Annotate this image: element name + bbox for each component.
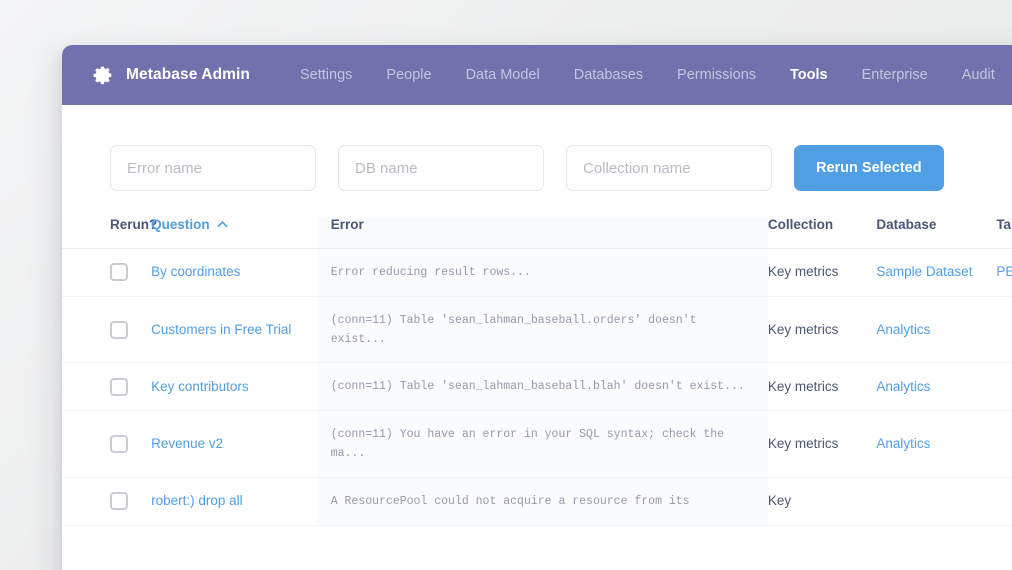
rerun-cell [62, 249, 151, 297]
table-cell [996, 411, 1012, 478]
nav-links: Settings People Data Model Databases Per… [300, 67, 1012, 83]
collection-label: Key metrics [768, 322, 839, 337]
sortable-question-header[interactable]: Question [151, 217, 228, 232]
collection-label: Key [768, 493, 791, 508]
database-link[interactable]: Analytics [876, 322, 930, 337]
question-link[interactable]: Key contributors [151, 379, 249, 394]
error-text: (conn=11) Table 'sean_lahman_baseball.bl… [331, 380, 745, 393]
error-text: Error reducing result rows... [331, 266, 531, 279]
errors-table: Rerun? Question Error Collection Databas… [62, 217, 1012, 526]
nav-link-enterprise[interactable]: Enterprise [862, 67, 928, 83]
question-link[interactable]: Customers in Free Trial [151, 322, 291, 337]
error-text: (conn=11) Table 'sean_lahman_baseball.or… [331, 314, 697, 346]
rerun-cell [62, 411, 151, 478]
collection-cell: Key metrics [768, 249, 877, 297]
table-row: By coordinates Error reducing result row… [62, 249, 1012, 297]
row-checkbox[interactable] [110, 492, 128, 510]
rerun-cell [62, 477, 151, 525]
table-row: robert:) drop all A ResourcePool could n… [62, 477, 1012, 525]
brand[interactable]: Metabase Admin [92, 64, 250, 86]
database-link[interactable]: Analytics [876, 379, 930, 394]
question-cell: Revenue v2 [151, 411, 317, 478]
header-collection: Collection [768, 217, 877, 249]
table-row: Customers in Free Trial (conn=11) Table … [62, 296, 1012, 363]
nav-link-people[interactable]: People [386, 67, 431, 83]
rerun-cell [62, 296, 151, 363]
error-text: A ResourcePool could not acquire a resou… [331, 495, 690, 508]
error-cell: (conn=11) You have an error in your SQL … [317, 411, 768, 478]
collection-name-input[interactable] [566, 145, 772, 191]
collection-cell: Key metrics [768, 411, 877, 478]
header-question-label: Question [151, 217, 210, 232]
question-link[interactable]: robert:) drop all [151, 493, 243, 508]
collection-label: Key metrics [768, 436, 839, 451]
database-cell: Sample Dataset [876, 249, 996, 297]
error-cell: Error reducing result rows... [317, 249, 768, 297]
collection-cell: Key metrics [768, 363, 877, 411]
database-cell [876, 477, 996, 525]
table-cell [996, 477, 1012, 525]
table-row: Revenue v2 (conn=11) You have an error i… [62, 411, 1012, 478]
header-database: Database [876, 217, 996, 249]
filter-bar: Rerun Selected [62, 105, 1012, 191]
error-text: (conn=11) You have an error in your SQL … [331, 428, 724, 460]
collection-cell: Key metrics [768, 296, 877, 363]
brand-title: Metabase Admin [126, 66, 250, 84]
database-cell: Analytics [876, 363, 996, 411]
row-checkbox[interactable] [110, 378, 128, 396]
question-cell: robert:) drop all [151, 477, 317, 525]
table-header-row: Rerun? Question Error Collection Databas… [62, 217, 1012, 249]
database-cell: Analytics [876, 411, 996, 478]
table-cell: PEOPLE [996, 249, 1012, 297]
rerun-cell [62, 363, 151, 411]
collection-label: Key metrics [768, 379, 839, 394]
table-cell [996, 296, 1012, 363]
row-checkbox[interactable] [110, 263, 128, 281]
table-body: By coordinates Error reducing result row… [62, 249, 1012, 526]
question-link[interactable]: Revenue v2 [151, 436, 223, 451]
row-checkbox[interactable] [110, 435, 128, 453]
table-link[interactable]: PEOPLE [996, 264, 1012, 279]
nav-link-permissions[interactable]: Permissions [677, 67, 756, 83]
error-name-input[interactable] [110, 145, 316, 191]
nav-link-audit[interactable]: Audit [962, 67, 995, 83]
admin-window-card: Metabase Admin Settings People Data Mode… [62, 45, 1012, 570]
gear-icon [92, 64, 114, 86]
nav-link-settings[interactable]: Settings [300, 67, 352, 83]
question-cell: Key contributors [151, 363, 317, 411]
errors-table-wrap: Rerun? Question Error Collection Databas… [62, 217, 1012, 526]
question-cell: By coordinates [151, 249, 317, 297]
database-link[interactable]: Analytics [876, 436, 930, 451]
error-cell: A ResourcePool could not acquire a resou… [317, 477, 768, 525]
question-link[interactable]: By coordinates [151, 264, 240, 279]
nav-link-data-model[interactable]: Data Model [466, 67, 540, 83]
chevron-up-icon [217, 219, 228, 230]
collection-label: Key metrics [768, 264, 839, 279]
question-cell: Customers in Free Trial [151, 296, 317, 363]
database-cell: Analytics [876, 296, 996, 363]
row-checkbox[interactable] [110, 321, 128, 339]
header-error: Error [317, 217, 768, 249]
table-head: Rerun? Question Error Collection Databas… [62, 217, 1012, 249]
header-rerun: Rerun? [62, 217, 151, 249]
database-link[interactable]: Sample Dataset [876, 264, 972, 279]
nav-link-tools[interactable]: Tools [790, 67, 828, 83]
rerun-selected-button[interactable]: Rerun Selected [794, 145, 944, 191]
header-question[interactable]: Question [151, 217, 317, 249]
collection-cell: Key [768, 477, 877, 525]
table-row: Key contributors (conn=11) Table 'sean_l… [62, 363, 1012, 411]
error-cell: (conn=11) Table 'sean_lahman_baseball.bl… [317, 363, 768, 411]
admin-nav-bar: Metabase Admin Settings People Data Mode… [62, 45, 1012, 105]
header-table: Table [996, 217, 1012, 249]
table-cell [996, 363, 1012, 411]
error-cell: (conn=11) Table 'sean_lahman_baseball.or… [317, 296, 768, 363]
db-name-input[interactable] [338, 145, 544, 191]
nav-link-databases[interactable]: Databases [574, 67, 643, 83]
